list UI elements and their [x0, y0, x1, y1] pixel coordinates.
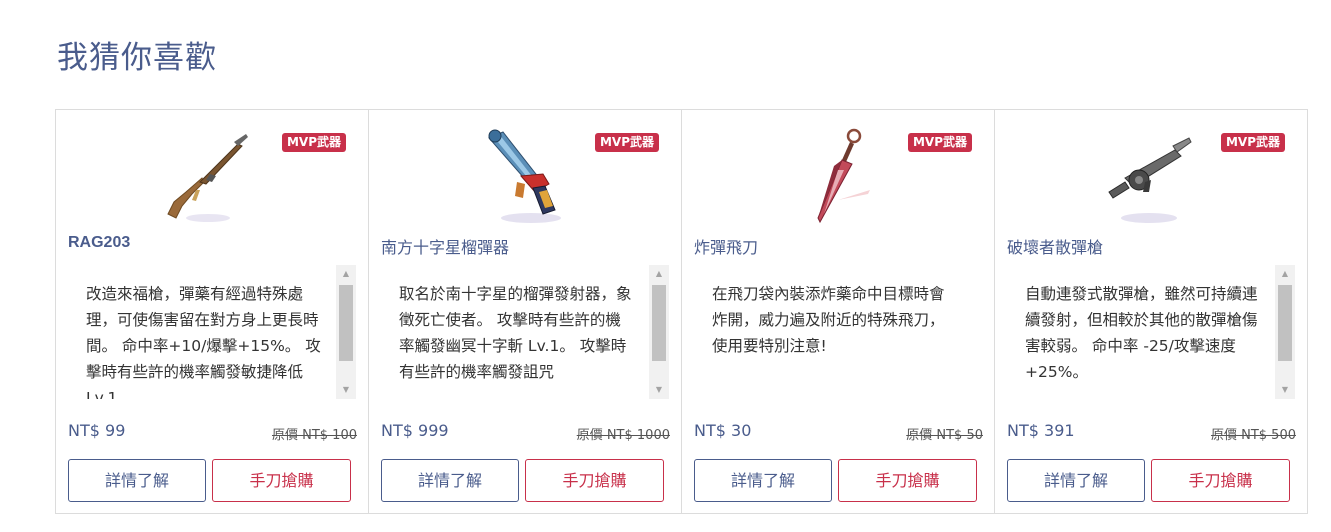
buy-now-button[interactable]: 手刀搶購	[525, 459, 664, 502]
scroll-down-icon[interactable]: ▼	[336, 381, 356, 399]
product-description: 自動連發式散彈槍，雖然可持續連續發射，但相較於其他的散彈槍傷害較弱。 命中率 -…	[1025, 285, 1258, 381]
sale-price: NT$ 999	[381, 421, 449, 440]
details-button[interactable]: 詳情了解	[381, 459, 519, 502]
details-button[interactable]: 詳情了解	[1007, 459, 1145, 502]
product-list: MVP武器 RAG203 改造來福槍，彈藥有經過特殊處理，可使傷害留在對方身上更…	[55, 109, 1308, 514]
scrollbar-thumb[interactable]	[652, 285, 666, 361]
scroll-up-icon[interactable]: ▲	[336, 265, 356, 283]
grenade-launcher-icon[interactable]	[459, 122, 579, 232]
details-button[interactable]: 詳情了解	[68, 459, 206, 502]
product-description: 改造來福槍，彈藥有經過特殊處理，可使傷害留在對方身上更長時間。 命中率+10/爆…	[86, 285, 321, 399]
description-box[interactable]: 改造來福槍，彈藥有經過特殊處理，可使傷害留在對方身上更長時間。 命中率+10/爆…	[70, 265, 356, 399]
rifle-icon[interactable]	[146, 122, 266, 232]
product-description: 在飛刀袋內裝添炸藥命中目標時會炸開，威力遍及附近的特殊飛刀，使用要特別注意!	[712, 285, 945, 355]
original-price: 原價 NT$ 100	[271, 428, 357, 443]
scroll-down-icon[interactable]: ▼	[649, 381, 669, 399]
scrollbar-thumb[interactable]	[339, 285, 353, 361]
product-card: MVP武器 炸彈飛刀 在飛刀袋內裝添炸藥命中目標時會炸開，威力遍及附近的特殊飛刀…	[681, 109, 995, 514]
mvp-badge: MVP武器	[1220, 133, 1285, 152]
buy-now-button[interactable]: 手刀搶購	[212, 459, 351, 502]
details-button[interactable]: 詳情了解	[694, 459, 832, 502]
scroll-up-icon[interactable]: ▲	[1275, 265, 1295, 283]
description-box[interactable]: 取名於南十字星的榴彈發射器，象徵死亡使者。 攻擊時有些許的機率觸發幽冥十字斬 L…	[383, 265, 669, 399]
shotgun-icon[interactable]	[1085, 122, 1205, 232]
mvp-badge: MVP武器	[907, 133, 972, 152]
original-price: 原價 NT$ 500	[1210, 428, 1296, 443]
original-price: 原價 NT$ 50	[906, 428, 983, 443]
product-description: 取名於南十字星的榴彈發射器，象徵死亡使者。 攻擊時有些許的機率觸發幽冥十字斬 L…	[399, 285, 632, 381]
scrollbar-thumb[interactable]	[1278, 285, 1292, 361]
mvp-badge: MVP武器	[594, 133, 659, 152]
product-name[interactable]: 炸彈飛刀	[694, 234, 758, 258]
sale-price: NT$ 99	[68, 421, 126, 440]
product-name[interactable]: 破壞者散彈槍	[1007, 234, 1103, 258]
product-card: MVP武器 RAG203 改造來福槍，彈藥有經過特殊處理，可使傷害留在對方身上更…	[55, 109, 369, 514]
original-price: 原價 NT$ 1000	[576, 428, 670, 443]
product-name[interactable]: 南方十字星榴彈器	[381, 234, 509, 258]
sale-price: NT$ 391	[1007, 421, 1075, 440]
product-card: MVP武器 破壞者散彈槍 自動連發式散彈槍，雖然可持續連續發射，但相較於其他的散…	[994, 109, 1308, 514]
description-box[interactable]: 在飛刀袋內裝添炸藥命中目標時會炸開，威力遍及附近的特殊飛刀，使用要特別注意!	[696, 265, 982, 399]
buy-now-button[interactable]: 手刀搶購	[838, 459, 977, 502]
description-box[interactable]: 自動連發式散彈槍，雖然可持續連續發射，但相較於其他的散彈槍傷害較弱。 命中率 -…	[1009, 265, 1295, 399]
sale-price: NT$ 30	[694, 421, 752, 440]
product-name[interactable]: RAG203	[68, 234, 130, 252]
scroll-down-icon[interactable]: ▼	[1275, 381, 1295, 399]
buy-now-button[interactable]: 手刀搶購	[1151, 459, 1290, 502]
description-scrollbar[interactable]: ▲ ▼	[649, 265, 669, 399]
mvp-badge: MVP武器	[281, 133, 346, 152]
description-scrollbar[interactable]: ▲ ▼	[336, 265, 356, 399]
kunai-icon[interactable]	[772, 122, 892, 232]
section-title: 我猜你喜歡	[57, 40, 217, 76]
product-card: MVP武器 南方十字星榴彈器 取名於南十字星的榴彈發射器，象徵死亡使者。 攻擊時…	[368, 109, 682, 514]
scroll-up-icon[interactable]: ▲	[649, 265, 669, 283]
description-scrollbar[interactable]: ▲ ▼	[1275, 265, 1295, 399]
